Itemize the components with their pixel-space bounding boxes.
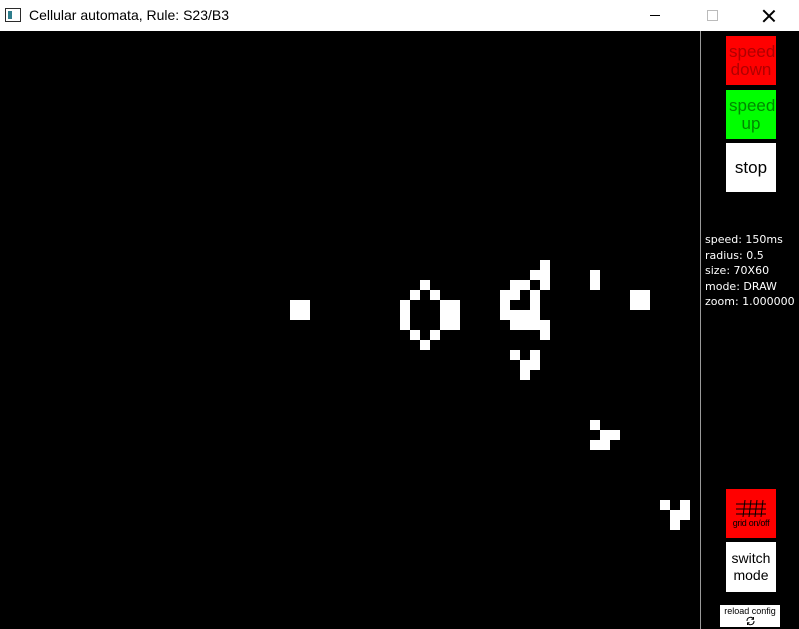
- live-cell: [670, 510, 680, 520]
- live-cell: [440, 320, 450, 330]
- live-cell: [440, 300, 450, 310]
- refresh-icon: [746, 616, 754, 625]
- live-cell: [630, 300, 640, 310]
- mode-readout: mode: DRAW: [705, 279, 777, 293]
- stop-label: stop: [734, 157, 768, 177]
- live-cell: [450, 320, 460, 330]
- live-cell: [520, 280, 530, 290]
- stats-panel: speed: 150ms radius: 0.5 size: 70X60 mod…: [705, 232, 795, 310]
- live-cell: [530, 300, 540, 310]
- title-bar: Cellular automata, Rule: S23/B3: [0, 0, 799, 31]
- live-cell: [510, 290, 520, 300]
- live-cell: [660, 500, 670, 510]
- live-cell: [400, 310, 410, 320]
- automata-canvas[interactable]: [0, 31, 700, 629]
- minimize-icon: [650, 15, 660, 16]
- live-cell: [400, 320, 410, 330]
- live-cell: [420, 340, 430, 350]
- radius-readout: radius: 0.5: [705, 248, 764, 262]
- maximize-icon: [706, 10, 718, 21]
- switch-mode-label: switch mode: [731, 550, 771, 583]
- live-cell: [540, 330, 550, 340]
- speed-readout: speed: 150ms: [705, 233, 783, 246]
- speed-up-label: speed up: [729, 95, 776, 133]
- live-cell: [520, 360, 530, 370]
- live-cell: [600, 440, 610, 450]
- switch-mode-button[interactable]: switch mode: [726, 542, 776, 592]
- reload-config-label: reload config: [724, 605, 776, 616]
- live-cell: [410, 290, 420, 300]
- live-cell: [500, 290, 510, 300]
- live-cell: [300, 310, 310, 320]
- live-cell: [540, 320, 550, 330]
- live-cell: [300, 300, 310, 310]
- live-cell: [540, 260, 550, 270]
- live-cell: [520, 320, 530, 330]
- live-cell: [530, 320, 540, 330]
- maximize-button[interactable]: [689, 0, 735, 31]
- close-button[interactable]: [746, 0, 792, 31]
- live-cell: [410, 330, 420, 340]
- live-cell: [680, 500, 690, 510]
- live-cell: [590, 420, 600, 430]
- live-cell: [500, 310, 510, 320]
- reload-config-button[interactable]: reload config: [720, 605, 780, 627]
- zoom-readout: zoom: 1.000000: [705, 295, 795, 308]
- grid-toggle-button[interactable]: grid on/off: [726, 489, 776, 538]
- app-window-icon: [5, 8, 21, 22]
- speed-up-button[interactable]: speed up: [726, 90, 776, 139]
- live-cell: [590, 270, 600, 280]
- live-cell: [450, 310, 460, 320]
- live-cell: [430, 330, 440, 340]
- window-title: Cellular automata, Rule: S23/B3: [29, 7, 229, 23]
- live-cell: [520, 370, 530, 380]
- live-cell: [420, 280, 430, 290]
- live-cell: [610, 430, 620, 440]
- live-cell: [430, 290, 440, 300]
- live-cell: [600, 430, 610, 440]
- live-cell: [400, 300, 410, 310]
- live-cell: [290, 300, 300, 310]
- speed-down-button[interactable]: speed down: [726, 36, 776, 85]
- close-icon: [763, 10, 775, 22]
- live-cell: [530, 360, 540, 370]
- live-cell: [290, 310, 300, 320]
- live-cell: [540, 280, 550, 290]
- live-cell: [510, 320, 520, 330]
- stop-button[interactable]: stop: [726, 143, 776, 192]
- speed-down-label: speed down: [729, 41, 776, 79]
- live-cell: [530, 290, 540, 300]
- live-cell: [450, 300, 460, 310]
- live-cell: [680, 510, 690, 520]
- live-cell: [510, 310, 520, 320]
- live-cell: [530, 310, 540, 320]
- grid-toggle-label: grid on/off: [732, 518, 770, 529]
- live-cell: [590, 280, 600, 290]
- live-cell: [630, 290, 640, 300]
- live-cell: [590, 440, 600, 450]
- size-readout: size: 70X60: [705, 264, 770, 277]
- live-cell: [520, 310, 530, 320]
- live-cell: [640, 290, 650, 300]
- live-cell: [500, 300, 510, 310]
- minimize-button[interactable]: [632, 0, 678, 31]
- live-cell: [640, 300, 650, 310]
- live-cell: [540, 270, 550, 280]
- live-cell: [510, 280, 520, 290]
- live-cell: [670, 520, 680, 530]
- live-cell: [510, 350, 520, 360]
- live-cell: [440, 310, 450, 320]
- grid-icon: [736, 500, 766, 518]
- live-cell: [530, 350, 540, 360]
- live-cell: [530, 270, 540, 280]
